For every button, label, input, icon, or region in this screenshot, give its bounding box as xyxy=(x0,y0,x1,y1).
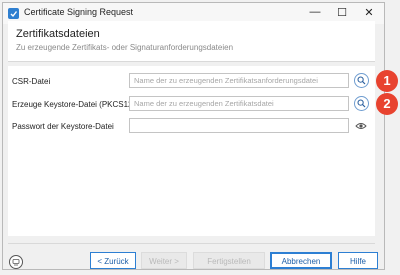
password-field[interactable] xyxy=(129,118,349,133)
keystore-label: Erzeuge Keystore-Datei (PKCS12) xyxy=(12,100,136,109)
callout-badge-2: 2 xyxy=(376,93,398,115)
window-title: Certificate Signing Request xyxy=(24,7,134,17)
keystore-browse-button[interactable] xyxy=(354,96,369,111)
cancel-button[interactable]: Abbrechen xyxy=(270,252,332,269)
next-button[interactable]: Weiter > xyxy=(141,252,187,269)
page-title: Zertifikatsdateien xyxy=(16,28,100,40)
callout-badge-1: 1 xyxy=(376,70,398,92)
footer-divider xyxy=(8,243,375,244)
csr-label: CSR-Datei xyxy=(12,77,51,86)
maximize-icon[interactable]: ☐ xyxy=(329,5,355,22)
keystore-file-input[interactable] xyxy=(129,96,349,111)
minimize-icon[interactable]: — xyxy=(302,4,328,21)
back-button[interactable]: < Zurück xyxy=(90,252,136,269)
eye-icon[interactable] xyxy=(355,121,367,131)
header-divider xyxy=(8,61,375,62)
csr-browse-button[interactable] xyxy=(354,73,369,88)
search-icon xyxy=(357,99,366,108)
csr-file-input[interactable] xyxy=(129,73,349,88)
help-icon[interactable] xyxy=(9,255,23,269)
close-icon[interactable]: ✕ xyxy=(356,5,382,22)
password-label: Passwort der Keystore-Datei xyxy=(12,122,114,131)
app-icon xyxy=(8,8,19,19)
form-panel: CSR-Datei Erzeuge Keystore-Datei (PKCS12… xyxy=(8,66,375,236)
search-icon xyxy=(357,76,366,85)
wizard-header: Zertifikatsdateien Zu erzeugende Zertifi… xyxy=(8,21,375,61)
page-subtitle: Zu erzeugende Zertifikats- oder Signatur… xyxy=(16,43,234,52)
finish-button[interactable]: Fertigstellen xyxy=(193,252,265,269)
help-button[interactable]: Hilfe xyxy=(338,252,378,269)
